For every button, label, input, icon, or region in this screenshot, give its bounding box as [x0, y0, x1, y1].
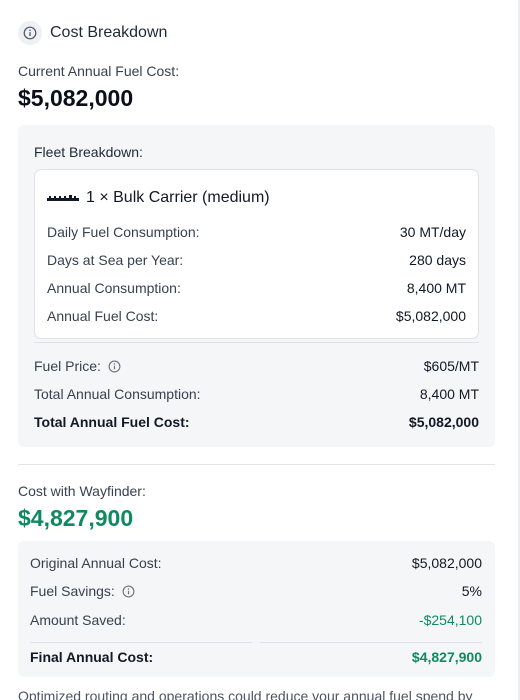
vessel-row-annual-fuel-cost: Annual Fuel Cost: $5,082,000 — [47, 308, 466, 324]
fuel-savings-row: Fuel Savings: 5% — [30, 583, 482, 599]
info-icon[interactable] — [108, 360, 121, 373]
final-cost-label: Final Annual Cost: — [30, 649, 154, 665]
divider — [34, 342, 479, 343]
amount-saved-value: -$254,100 — [418, 612, 482, 628]
final-cost-value: $4,827,900 — [411, 649, 482, 665]
savings-panel: Original Annual Cost: $5,082,000 Fuel Sa… — [18, 541, 495, 677]
total-consumption-value: 8,400 MT — [419, 386, 479, 402]
fuel-savings-label: Fuel Savings: — [30, 583, 115, 599]
total-fuel-cost-label: Total Annual Fuel Cost: — [34, 414, 190, 430]
vessel-row-annual-consumption: Annual Consumption: 8,400 MT — [47, 280, 466, 296]
divider — [260, 642, 482, 643]
row-value: 8,400 MT — [406, 280, 466, 296]
info-icon[interactable] — [122, 585, 135, 598]
section-header: Cost Breakdown — [18, 21, 168, 45]
row-label: Annual Fuel Cost: — [47, 308, 159, 324]
vessel-card: 1 × Bulk Carrier (medium) Daily Fuel Con… — [34, 169, 479, 339]
row-label: Annual Consumption: — [47, 280, 181, 296]
final-cost-row: Final Annual Cost: $4,827,900 — [30, 649, 482, 665]
fuel-price-row: Fuel Price: $605/MT — [34, 358, 479, 374]
row-value: 280 days — [409, 252, 466, 268]
vessel-name: 1 × Bulk Carrier (medium) — [86, 189, 270, 206]
original-cost-row: Original Annual Cost: $5,082,000 — [30, 555, 482, 571]
fleet-breakdown-title: Fleet Breakdown: — [34, 144, 143, 160]
ship-icon — [47, 189, 79, 207]
amount-saved-row: Amount Saved: -$254,100 — [30, 612, 482, 628]
total-consumption-row: Total Annual Consumption: 8,400 MT — [34, 386, 479, 402]
wayfinder-cost-label: Cost with Wayfinder: — [18, 483, 146, 499]
amount-saved-label: Amount Saved: — [30, 612, 126, 628]
total-fuel-cost-value: $5,082,000 — [408, 414, 479, 430]
info-icon[interactable] — [18, 21, 42, 45]
fuel-price-label-wrap: Fuel Price: — [34, 358, 121, 374]
fuel-savings-label-wrap: Fuel Savings: — [30, 583, 135, 599]
divider — [30, 642, 252, 643]
row-label: Daily Fuel Consumption: — [47, 224, 200, 240]
row-label: Days at Sea per Year: — [47, 252, 184, 268]
current-cost-label: Current Annual Fuel Cost: — [18, 63, 180, 79]
section-title: Cost Breakdown — [50, 24, 168, 41]
original-cost-label: Original Annual Cost: — [30, 555, 162, 571]
total-consumption-label: Total Annual Consumption: — [34, 386, 201, 402]
wayfinder-cost-value: $4,827,900 — [18, 505, 134, 531]
savings-note: Optimized routing and operations could r… — [18, 688, 473, 700]
fleet-breakdown-panel: Fleet Breakdown: 1 × Bulk Carrier (mediu… — [18, 125, 495, 447]
section-divider — [18, 464, 495, 465]
fuel-price-label: Fuel Price: — [34, 358, 101, 374]
row-value: 30 MT/day — [399, 224, 466, 240]
fuel-savings-value: 5% — [461, 583, 482, 599]
vessel-row-days-at-sea: Days at Sea per Year: 280 days — [47, 252, 466, 268]
original-cost-value: $5,082,000 — [411, 555, 482, 571]
vessel-row-daily-consumption: Daily Fuel Consumption: 30 MT/day — [47, 224, 466, 240]
total-fuel-cost-row: Total Annual Fuel Cost: $5,082,000 — [34, 414, 479, 430]
row-value: $5,082,000 — [395, 308, 466, 324]
fuel-price-value: $605/MT — [423, 358, 479, 374]
current-cost-value: $5,082,000 — [18, 85, 134, 111]
vessel-header: 1 × Bulk Carrier (medium) — [47, 189, 270, 207]
